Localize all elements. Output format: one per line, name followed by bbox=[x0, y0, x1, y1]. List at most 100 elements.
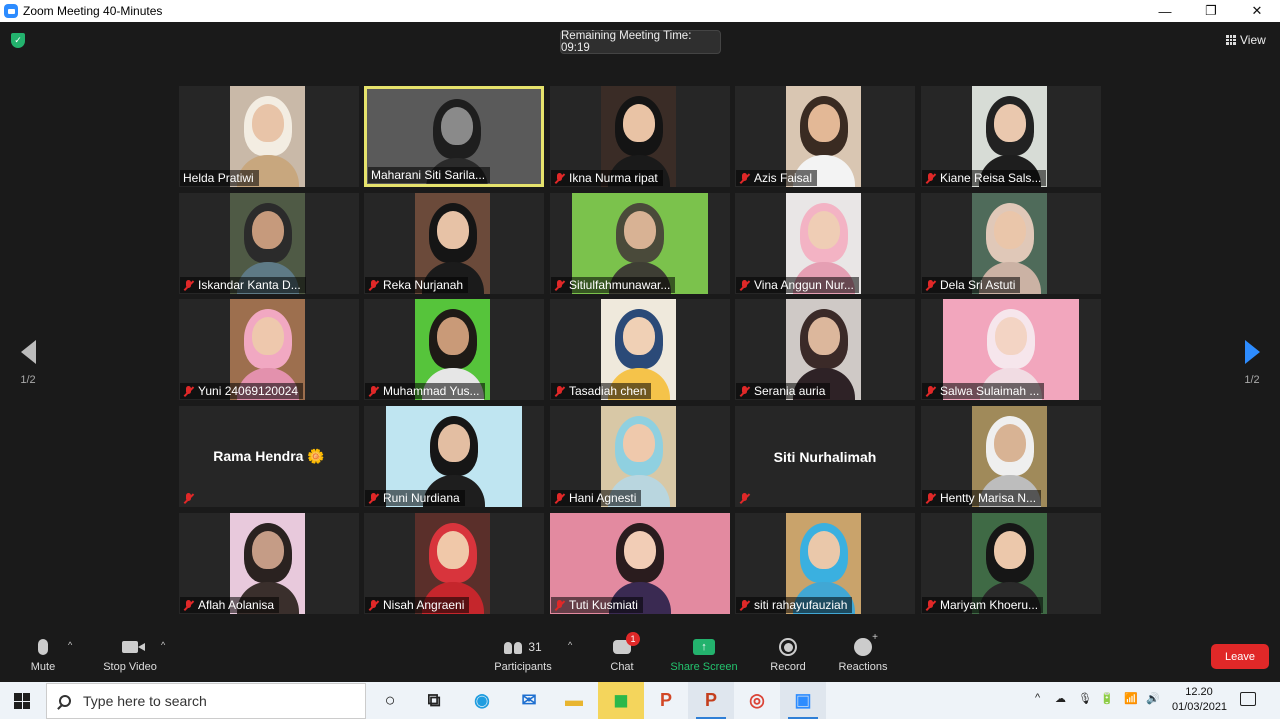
participant-face bbox=[441, 107, 473, 145]
microphone-muted-icon bbox=[368, 279, 379, 291]
meeting-area: ✓ Remaining Meeting Time: 09:19 View 1/2… bbox=[0, 22, 1280, 630]
audio-options-chevron-icon[interactable]: ^ bbox=[68, 640, 72, 650]
participant-tile[interactable]: Yuni 24069120024 bbox=[179, 299, 359, 400]
participant-name: Vina Anggun Nur... bbox=[754, 278, 854, 292]
participant-tile[interactable]: Muhammad Yus... bbox=[364, 299, 544, 400]
microphone-muted-icon bbox=[183, 599, 194, 611]
microphone-muted-icon bbox=[554, 279, 565, 291]
tray-overflow-chevron-icon[interactable]: ^ bbox=[1035, 692, 1040, 704]
microphone-muted-icon bbox=[739, 385, 750, 397]
remaining-time-banner: Remaining Meeting Time: 09:19 bbox=[560, 30, 721, 54]
participant-name-tag: Kiane Reisa Sals... bbox=[922, 170, 1047, 186]
participant-tile[interactable]: siti rahayufauziah bbox=[735, 513, 915, 614]
clock-date: 01/03/2021 bbox=[1172, 701, 1228, 713]
view-button[interactable]: View bbox=[1226, 33, 1266, 47]
participant-tile[interactable]: Ikna Nurma ripat bbox=[550, 86, 730, 187]
participant-face bbox=[436, 317, 469, 355]
next-page-button[interactable]: 1/2 bbox=[1232, 340, 1272, 386]
participant-name-tag: Dela Sri Astuti bbox=[922, 277, 1021, 293]
participant-tile[interactable]: Rama Hendra 🌼 bbox=[179, 406, 359, 507]
participant-tile[interactable]: Iskandar Kanta D... bbox=[179, 193, 359, 294]
participant-tile[interactable]: Nisah Angraeni bbox=[364, 513, 544, 614]
reactions-button[interactable]: Reactions bbox=[837, 632, 889, 673]
microphone-muted-icon bbox=[925, 492, 936, 504]
participant-name: Hentty Marisa N... bbox=[940, 491, 1037, 505]
participant-face bbox=[251, 531, 284, 569]
mute-button[interactable]: Mute bbox=[24, 636, 62, 673]
share-screen-button[interactable]: ↑ Share Screen bbox=[670, 636, 738, 673]
taskbar-app-file-explorer[interactable]: ▬ bbox=[551, 682, 597, 719]
participant-name-tag bbox=[736, 490, 755, 506]
participant-tile[interactable]: Hentty Marisa N... bbox=[921, 406, 1101, 507]
search-icon bbox=[59, 695, 71, 707]
microphone-tray-icon[interactable]: 🎙 bbox=[1078, 692, 1092, 705]
leave-button[interactable]: Leave bbox=[1211, 644, 1269, 669]
participant-face bbox=[436, 531, 469, 569]
participants-label: Participants bbox=[494, 661, 552, 673]
maximize-button[interactable]: ❐ bbox=[1188, 0, 1234, 22]
participant-tile[interactable]: Runi Nurdiana bbox=[364, 406, 544, 507]
taskbar-search-input[interactable] bbox=[83, 693, 343, 709]
onedrive-icon[interactable]: ☁ bbox=[1055, 692, 1066, 705]
wifi-icon[interactable]: 📶 bbox=[1124, 692, 1138, 705]
stop-video-button[interactable]: Stop Video bbox=[100, 636, 160, 673]
encryption-shield-icon[interactable]: ✓ bbox=[11, 33, 25, 48]
participant-face bbox=[438, 424, 470, 462]
participant-tile[interactable]: Salwa Sulaimah ... bbox=[921, 299, 1101, 400]
minimize-button[interactable]: — bbox=[1142, 0, 1188, 22]
taskbar-app-powerpoint[interactable]: P bbox=[643, 682, 689, 719]
taskbar-app-task-view[interactable]: ○ bbox=[367, 682, 413, 719]
participant-name-tag: Aflah Aolanisa bbox=[180, 597, 280, 613]
participant-name: Salwa Sulaimah ... bbox=[940, 384, 1040, 398]
battery-icon[interactable]: 🔋 bbox=[1100, 692, 1114, 705]
participant-tile[interactable]: Azis Faisal bbox=[735, 86, 915, 187]
participant-tile[interactable]: Kiane Reisa Sals... bbox=[921, 86, 1101, 187]
taskbar-search-box[interactable] bbox=[46, 683, 366, 719]
close-button[interactable]: ✕ bbox=[1234, 0, 1280, 22]
participant-name-tag: Runi Nurdiana bbox=[365, 490, 465, 506]
participant-tile[interactable]: Aflah Aolanisa bbox=[179, 513, 359, 614]
powerpoint-icon: P bbox=[659, 690, 672, 710]
participant-tile[interactable]: Hani Agnesti bbox=[550, 406, 730, 507]
taskbar-app-zoom[interactable]: ▣ bbox=[780, 682, 826, 719]
participant-tile[interactable]: Siti Nurhalimah bbox=[735, 406, 915, 507]
volume-icon[interactable]: 🔊 bbox=[1146, 692, 1160, 705]
participants-options-chevron-icon[interactable]: ^ bbox=[568, 640, 572, 650]
chat-button[interactable]: 1 Chat bbox=[604, 632, 640, 673]
windows-start-icon[interactable] bbox=[14, 693, 30, 709]
participant-tile[interactable]: Tuti Kusmiati bbox=[550, 513, 730, 614]
participants-button[interactable]: 31 Participants bbox=[493, 636, 553, 673]
taskbar-app-multitask[interactable]: ⧉ bbox=[411, 682, 457, 719]
participant-tile[interactable]: Reka Nurjanah bbox=[364, 193, 544, 294]
participant-name: Mariyam Khoeru... bbox=[940, 598, 1039, 612]
taskbar-app-edge[interactable]: ◉ bbox=[459, 682, 505, 719]
participant-tile[interactable]: Tasadiah chen bbox=[550, 299, 730, 400]
microphone-muted-icon bbox=[739, 599, 750, 611]
participant-tile[interactable]: Serania auria bbox=[735, 299, 915, 400]
participant-tile[interactable]: Vina Anggun Nur... bbox=[735, 193, 915, 294]
participant-name-tag: Sitiulfahmunawar... bbox=[551, 277, 676, 293]
participant-tile[interactable]: Dela Sri Astuti bbox=[921, 193, 1101, 294]
taskbar-app-powerpoint-2[interactable]: P bbox=[688, 682, 734, 719]
participant-face bbox=[624, 211, 656, 249]
taskbar-app-chrome[interactable]: ◎ bbox=[734, 682, 780, 719]
participant-name: Serania auria bbox=[754, 384, 826, 398]
participant-face bbox=[622, 317, 655, 355]
taskbar-app-line[interactable]: ◼ bbox=[598, 682, 644, 719]
video-options-chevron-icon[interactable]: ^ bbox=[161, 640, 165, 650]
participant-face bbox=[995, 317, 1027, 355]
previous-page-button[interactable]: 1/2 bbox=[8, 340, 48, 386]
page-indicator-right: 1/2 bbox=[1244, 374, 1260, 386]
participant-tile[interactable]: Helda Pratiwi bbox=[179, 86, 359, 187]
participant-tile[interactable]: Maharani Siti Sarila... bbox=[364, 86, 544, 187]
video-camera-icon bbox=[122, 641, 145, 653]
taskbar-clock[interactable]: 12.20 01/03/2021 bbox=[1172, 685, 1228, 715]
participant-tile[interactable]: Sitiulfahmunawar... bbox=[550, 193, 730, 294]
record-button[interactable]: Record bbox=[768, 636, 808, 673]
participant-tile[interactable]: Mariyam Khoeru... bbox=[921, 513, 1101, 614]
windows-taskbar: ○ ⧉ ◉ ✉ ▬ ◼ P P ◎ ▣ ^ ☁ 🎙 🔋 📶 🔊 12.20 01/03/2021 bbox=[0, 682, 1280, 719]
notification-center-icon[interactable] bbox=[1240, 692, 1256, 706]
microphone-muted-icon bbox=[554, 385, 565, 397]
microphone-muted-icon bbox=[368, 385, 379, 397]
taskbar-app-mail[interactable]: ✉ bbox=[506, 682, 552, 719]
